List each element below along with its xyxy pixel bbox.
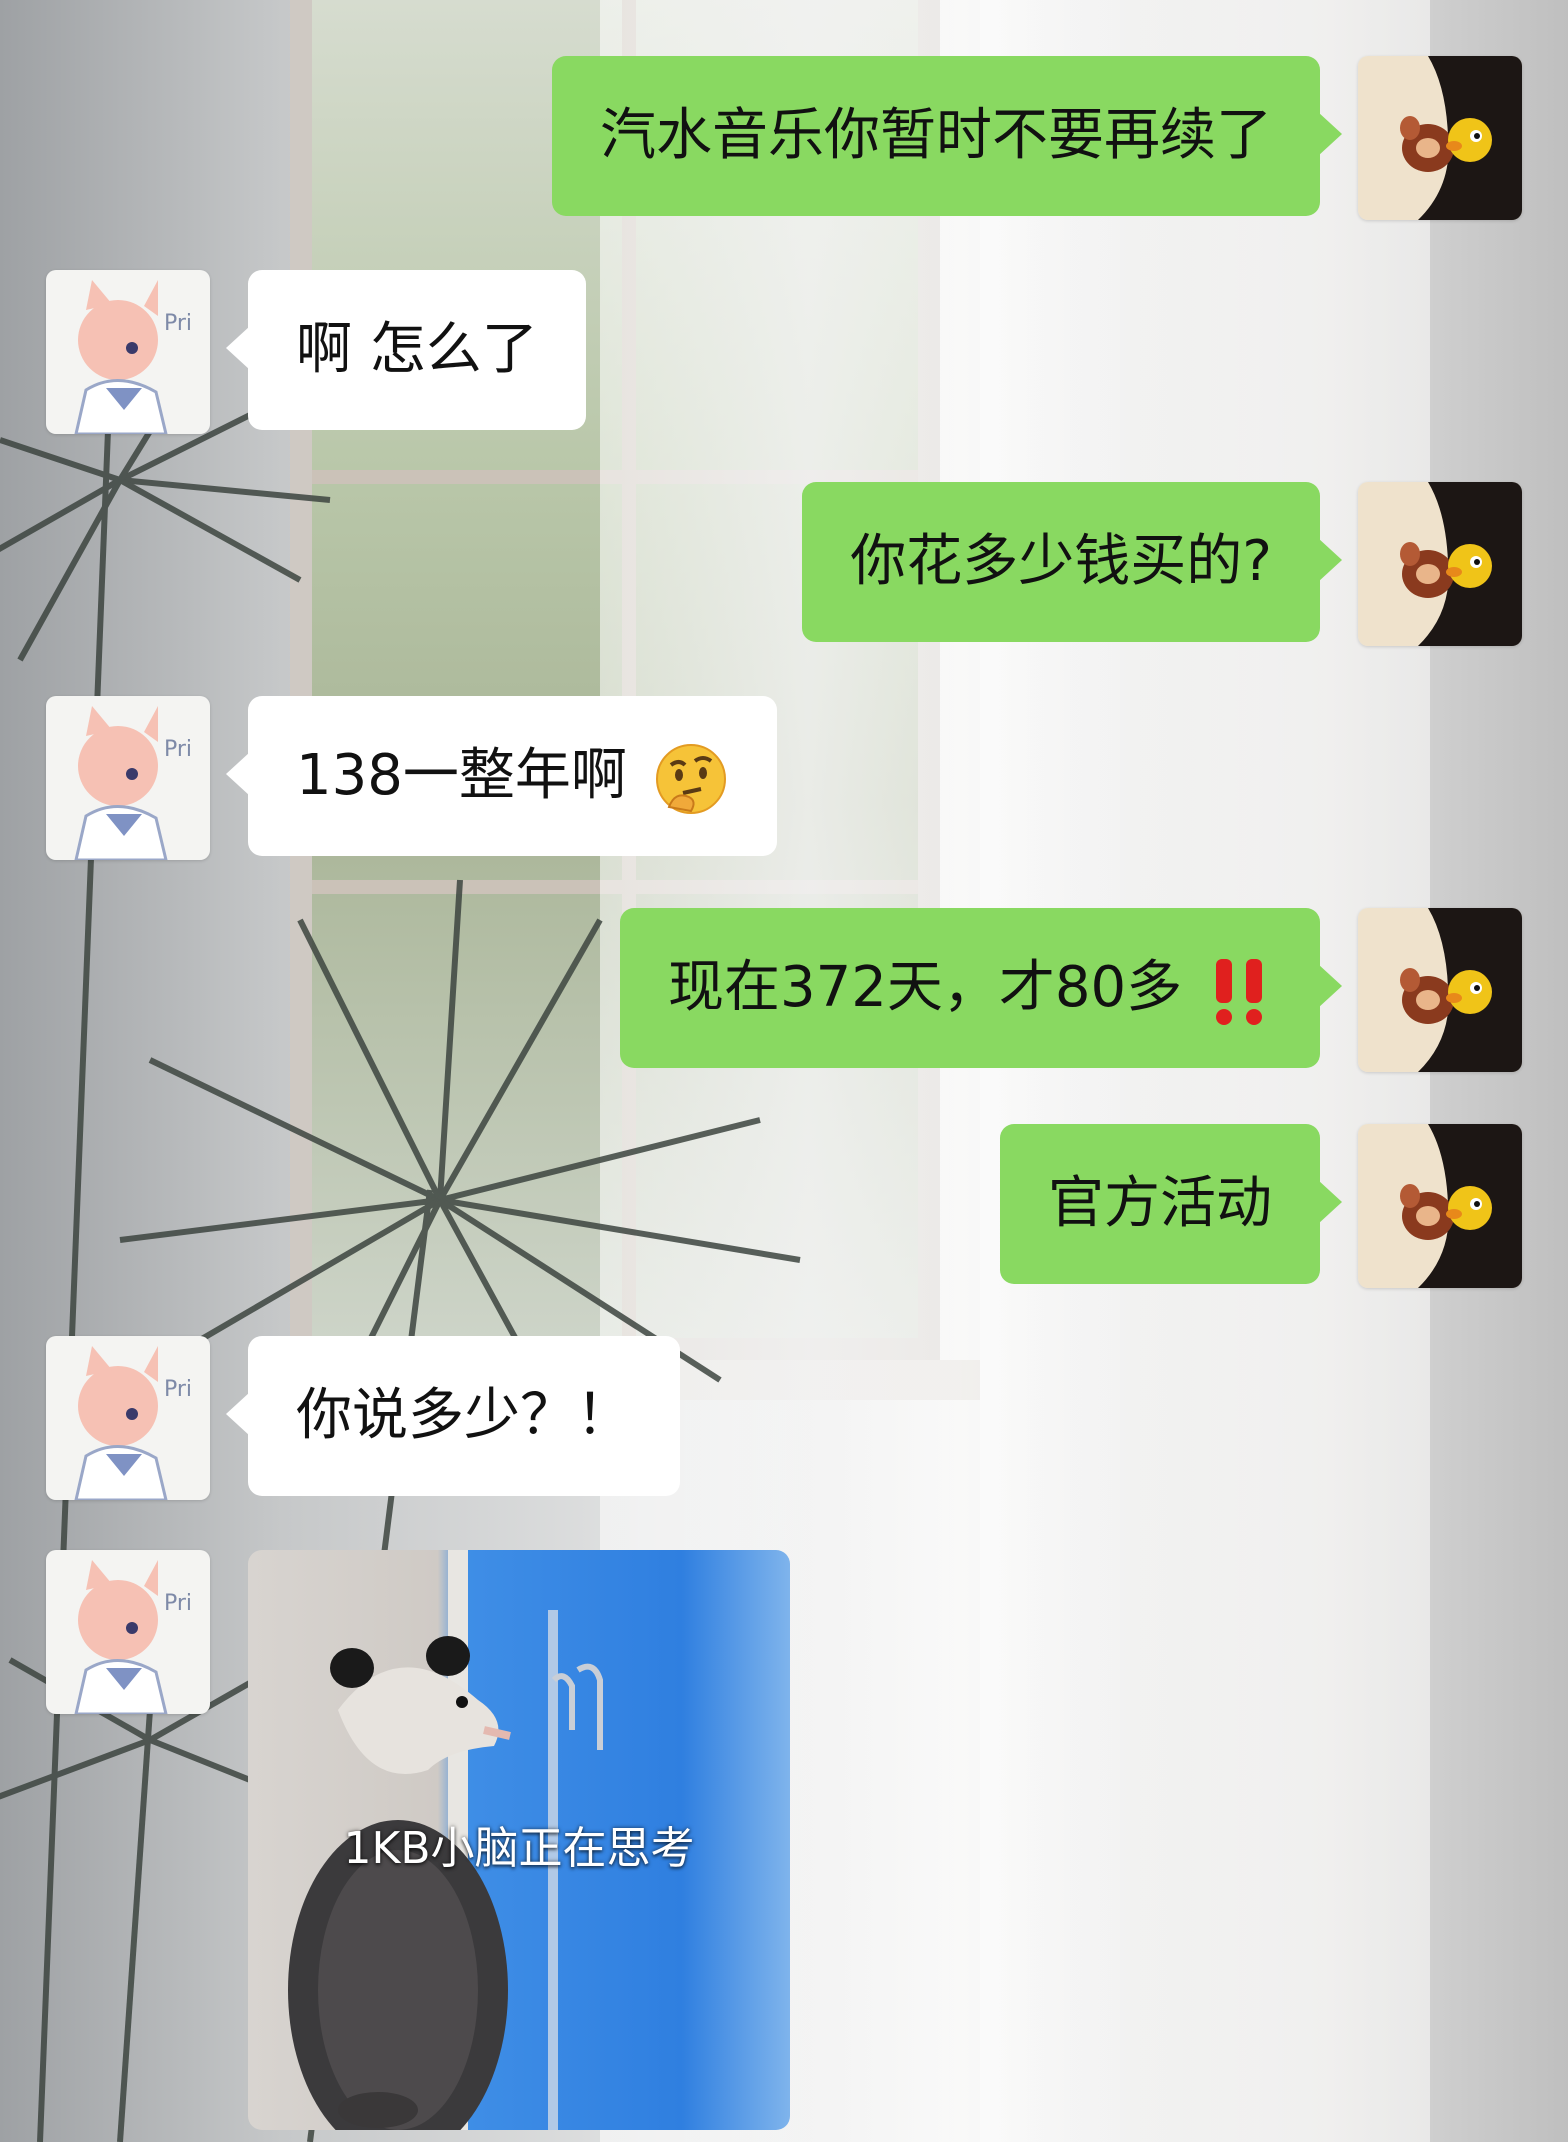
contact-avatar[interactable]: Pri xyxy=(46,1550,210,1714)
message-row: Pri 啊 怎么了 xyxy=(46,270,586,434)
pink-cartoon-kitten-avatar-icon: Pri xyxy=(46,1550,210,1714)
pink-cartoon-kitten-avatar-icon: Pri xyxy=(46,270,210,434)
message-bubble-received[interactable]: 你说多少？！ xyxy=(226,1336,680,1496)
my-avatar[interactable] xyxy=(1358,1124,1522,1288)
contact-avatar[interactable]: Pri xyxy=(46,696,210,860)
message-bubble-sent[interactable]: 现在372天，才80多 xyxy=(620,908,1342,1068)
message-row: 你花多少钱买的? xyxy=(802,482,1522,646)
message-text: 汽水音乐你暂时不要再续了 xyxy=(600,103,1272,168)
message-text: 官方活动 xyxy=(1048,1171,1272,1236)
message-bubble-sent[interactable]: 官方活动 xyxy=(1000,1124,1342,1284)
sticker-image[interactable]: 1KB小脑正在思考 xyxy=(248,1550,790,2130)
svg-text:Pri: Pri xyxy=(164,1377,192,1402)
message-text: 啊 怎么了 xyxy=(296,317,538,382)
tom-and-jerry-avatar-icon xyxy=(1358,482,1522,646)
thinking-face-emoji-icon xyxy=(655,743,726,814)
message-row: 汽水音乐你暂时不要再续了 xyxy=(552,56,1522,220)
tom-and-jerry-avatar-icon xyxy=(1358,56,1522,220)
my-avatar[interactable] xyxy=(1358,482,1522,646)
message-text: 你花多少钱买的? xyxy=(850,529,1272,594)
message-bubble-received[interactable]: 138一整年啊 xyxy=(226,696,777,856)
message-row: 官方活动 xyxy=(1000,1124,1522,1288)
svg-text:Pri: Pri xyxy=(164,1591,192,1616)
double-exclamation-emoji-icon xyxy=(1216,958,1262,1025)
message-row: 现在372天，才80多 xyxy=(620,908,1522,1072)
message-row: Pri 你说多少？！ xyxy=(46,1336,680,1500)
tom-and-jerry-avatar-icon xyxy=(1358,1124,1522,1288)
svg-text:Pri: Pri xyxy=(164,311,192,336)
message-bubble-received[interactable]: 啊 怎么了 xyxy=(226,270,586,430)
svg-text:Pri: Pri xyxy=(164,737,192,762)
pink-cartoon-kitten-avatar-icon: Pri xyxy=(46,696,210,860)
message-text: 现在372天，才80多 xyxy=(668,955,1183,1020)
message-row: Pri 1KB小脑正在思考 xyxy=(46,1550,790,2130)
message-bubble-sent[interactable]: 你花多少钱买的? xyxy=(802,482,1342,642)
my-avatar[interactable] xyxy=(1358,908,1522,1072)
contact-avatar[interactable]: Pri xyxy=(46,270,210,434)
message-row: Pri 138一整年啊 xyxy=(46,696,777,860)
sticker-caption: 1KB小脑正在思考 xyxy=(343,1823,695,1874)
tom-and-jerry-avatar-icon xyxy=(1358,908,1522,1072)
contact-avatar[interactable]: Pri xyxy=(46,1336,210,1500)
message-bubble-sent[interactable]: 汽水音乐你暂时不要再续了 xyxy=(552,56,1342,216)
message-text: 你说多少？！ xyxy=(296,1383,632,1448)
pink-cartoon-kitten-avatar-icon: Pri xyxy=(46,1336,210,1500)
message-text: 138一整年啊 xyxy=(296,743,627,808)
my-avatar[interactable] xyxy=(1358,56,1522,220)
